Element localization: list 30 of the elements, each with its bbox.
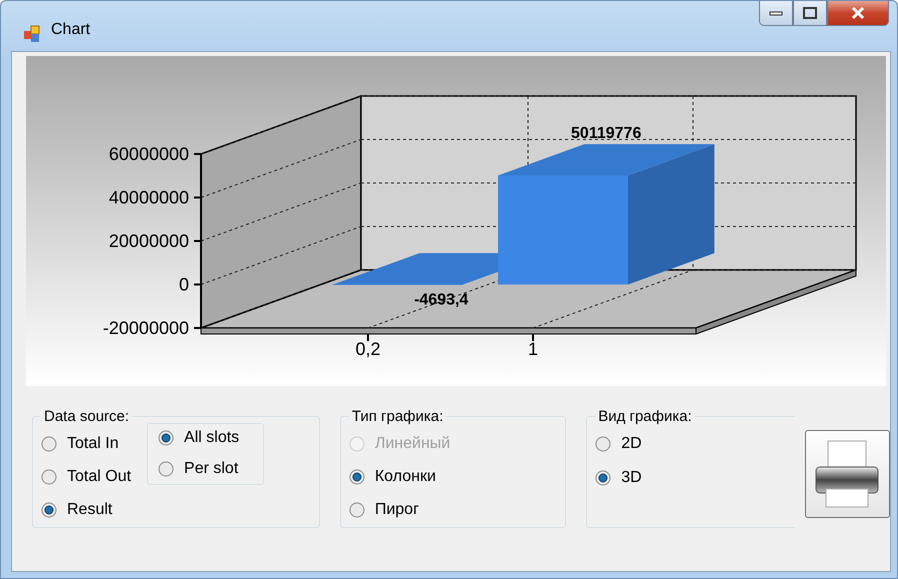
- axis-tick-label: 60000000: [108, 144, 189, 164]
- axis-tick-label: -20000000: [102, 318, 189, 338]
- radio-option[interactable]: Total Out: [41, 466, 132, 488]
- radio-option[interactable]: Result: [41, 500, 132, 521]
- window-title: Chart: [51, 21, 90, 39]
- axis-category-label: 0,2: [355, 339, 381, 359]
- group-title: Data source:: [43, 408, 130, 425]
- minimize-icon: [769, 10, 783, 16]
- axis-tick-label: 20000000: [108, 231, 189, 251]
- print-button[interactable]: [804, 430, 890, 518]
- axis-tick-label: 0: [178, 274, 189, 294]
- maximize-button[interactable]: [793, 1, 827, 26]
- close-icon: [850, 6, 866, 20]
- radio-option[interactable]: Пирог: [348, 500, 450, 521]
- radio-option[interactable]: Total In: [41, 433, 132, 454]
- radio-option[interactable]: Колонки: [348, 466, 450, 488]
- data-value-label: -4693,4: [414, 292, 468, 308]
- group-title: Тип графика:: [350, 408, 444, 425]
- axis-category-label: 1: [528, 339, 538, 359]
- app-icon: [23, 25, 41, 43]
- radio-option[interactable]: 3D: [595, 467, 642, 489]
- radio-option[interactable]: Per slot: [158, 459, 240, 478]
- radio-option[interactable]: 2D: [595, 433, 642, 455]
- axis-tick-label: 40000000: [108, 188, 189, 208]
- group-title: Вид графика:: [597, 408, 693, 425]
- close-button[interactable]: [827, 1, 889, 26]
- data-value-label: 50119776: [571, 125, 642, 142]
- maximize-icon: [803, 7, 817, 19]
- minimize-button[interactable]: [759, 1, 793, 26]
- radio-option[interactable]: All slots: [158, 428, 240, 447]
